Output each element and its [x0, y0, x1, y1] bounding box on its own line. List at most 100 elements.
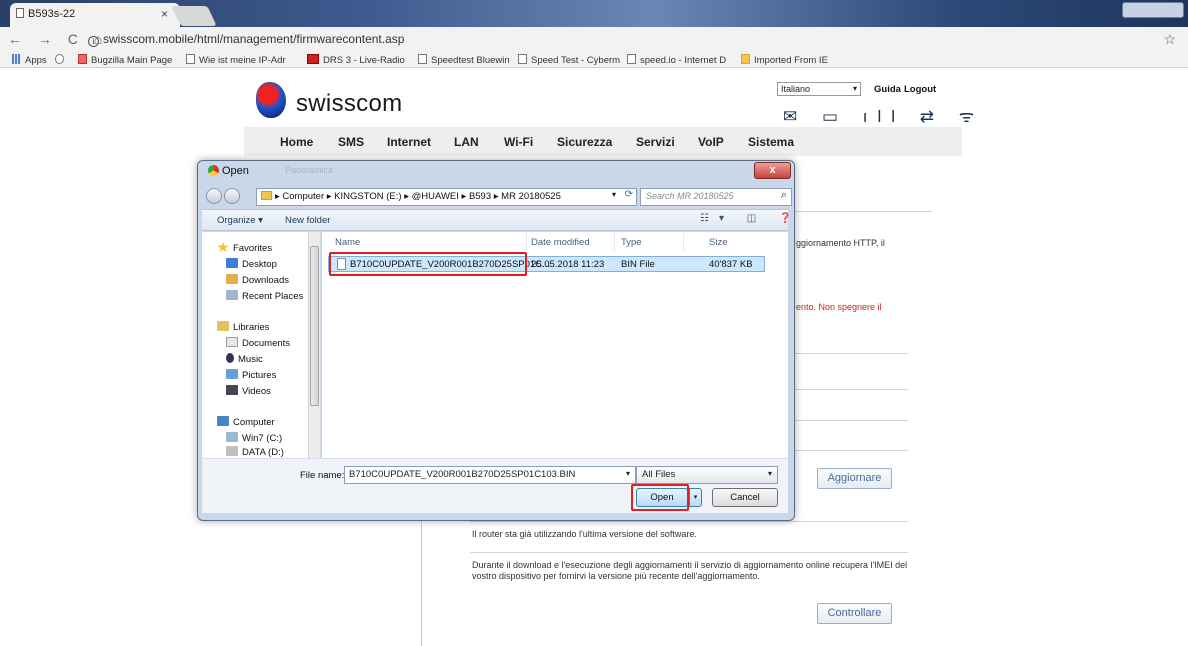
info-icon[interactable]: i	[88, 36, 99, 47]
file-date: 25.05.2018 11:23	[531, 259, 605, 270]
logout-link[interactable]: Logout	[904, 84, 936, 95]
warning-text: ento. Non spegnere il	[796, 302, 882, 312]
star-icon	[217, 242, 229, 252]
chevron-down-icon[interactable]: ▾	[612, 190, 616, 199]
bookmark-ip[interactable]: Wie ist meine IP-Adr	[186, 54, 286, 66]
search-input[interactable]: Search MR 20180525 ⌕	[640, 188, 792, 206]
nav-recent-places[interactable]: Recent Places	[226, 290, 303, 302]
open-split-dropdown[interactable]: ▾	[689, 488, 702, 507]
drive-icon	[226, 446, 238, 456]
recent-places-icon	[226, 290, 238, 300]
menu-internet[interactable]: Internet	[387, 135, 431, 149]
chevron-down-icon[interactable]: ▾	[626, 469, 630, 478]
scrollbar-thumb[interactable]	[310, 246, 319, 406]
nav-data[interactable]: DATA (D:)	[226, 446, 284, 458]
menu-sms[interactable]: SMS	[338, 135, 364, 149]
controllare-button[interactable]: Controllare	[817, 603, 892, 624]
menu-home[interactable]: Home	[280, 135, 313, 149]
organize-button[interactable]: Organize ▾	[217, 215, 263, 226]
menu-lan[interactable]: LAN	[454, 135, 479, 149]
navigation-pane: Favorites Desktop Downloads Recent Place…	[202, 232, 320, 458]
column-divider[interactable]	[526, 233, 527, 251]
column-date-modified[interactable]: Date modified	[531, 237, 590, 248]
nav-documents[interactable]: Documents	[226, 337, 290, 349]
bookmark-apps[interactable]: Apps	[12, 54, 47, 66]
back-icon[interactable]	[206, 188, 222, 204]
divider	[790, 420, 908, 421]
divider	[790, 353, 908, 354]
computer-icon	[217, 416, 229, 426]
bookmark-speedio[interactable]: speed.io - Internet D	[627, 54, 726, 66]
tab-close-icon[interactable]: ×	[161, 7, 168, 21]
nav-videos[interactable]: Videos	[226, 385, 271, 397]
divider	[790, 389, 908, 390]
forward-icon[interactable]	[224, 188, 240, 204]
latest-version-text: Il router sta già utilizzando l'ultima v…	[472, 529, 697, 539]
content-border	[421, 510, 422, 646]
address-bar[interactable]: i swisscom.mobile/html/management/firmwar…	[88, 30, 1138, 49]
page-icon	[627, 54, 636, 64]
menu-sicurezza[interactable]: Sicurezza	[557, 135, 612, 149]
http-update-text: ggiornamento HTTP, il	[796, 238, 885, 248]
folder-icon	[261, 191, 272, 200]
apps-icon	[12, 54, 21, 64]
menu-sistema[interactable]: Sistema	[748, 135, 794, 149]
nav-pictures[interactable]: Pictures	[226, 369, 276, 381]
back-forward-buttons[interactable]	[206, 188, 254, 205]
divider	[790, 450, 908, 451]
bookmark-star-icon[interactable]: ☆	[1163, 31, 1176, 48]
path-breadcrumb[interactable]: ▸ Computer ▸ KINGSTON (E:) ▸ @HUAWEI ▸ B…	[256, 188, 637, 206]
column-type[interactable]: Type	[621, 237, 642, 248]
menu-voip[interactable]: VoIP	[698, 135, 724, 149]
tab-title: B593s-22	[28, 8, 76, 20]
nav-desktop[interactable]: Desktop	[226, 258, 277, 270]
chrome-icon	[208, 165, 219, 176]
file-name-label: File name:	[300, 470, 345, 481]
page-icon	[186, 54, 195, 64]
nav-computer[interactable]: Computer	[217, 416, 275, 428]
bookmark-history[interactable]	[55, 54, 68, 66]
bookmark-drs3[interactable]: DRS 3 - Live-Radio	[307, 54, 405, 66]
guida-link[interactable]: Guida	[874, 84, 901, 95]
nav-downloads[interactable]: Downloads	[226, 274, 289, 286]
menu-wifi[interactable]: Wi-Fi	[504, 135, 533, 149]
bookmark-speedtest-cyberm[interactable]: Speed Test - Cyberm	[518, 54, 620, 66]
view-options-icons[interactable]: ☷▾ ◫ ❓	[700, 213, 801, 224]
bookmark-bugzilla[interactable]: Bugzilla Main Page	[78, 54, 172, 66]
column-divider[interactable]	[614, 233, 615, 251]
desktop-icon	[226, 258, 238, 268]
column-divider[interactable]	[683, 233, 684, 251]
window-controls[interactable]	[1122, 2, 1184, 18]
language-select[interactable]: Italiano ▾	[777, 82, 861, 96]
aggiornare-button[interactable]: Aggiornare	[817, 468, 892, 489]
new-folder-button[interactable]: New folder	[285, 215, 330, 226]
page-icon	[16, 8, 24, 18]
imei-text-line2: vostro dispositivo per fornirvi la versi…	[472, 571, 760, 581]
file-name-input[interactable]: B710C0UPDATE_V200R001B270D25SP01C103.BIN…	[344, 466, 636, 484]
file-type-filter[interactable]: All Files ▾	[636, 466, 778, 484]
pictures-icon	[226, 369, 238, 379]
menu-servizi[interactable]: Servizi	[636, 135, 675, 149]
faded-title: Panoramica	[285, 165, 334, 175]
history-icon	[55, 54, 64, 64]
nav-libraries[interactable]: Libraries	[217, 321, 269, 333]
swisscom-logo-icon	[256, 82, 286, 118]
nav-music[interactable]: Music	[226, 353, 263, 365]
bookmark-imported[interactable]: Imported From IE	[741, 54, 828, 66]
column-name[interactable]: Name	[335, 237, 360, 248]
nav-scrollbar[interactable]	[308, 232, 320, 458]
refresh-icon[interactable]: ⟳	[625, 189, 633, 200]
nav-win7[interactable]: Win7 (C:)	[226, 432, 282, 444]
column-size[interactable]: Size	[709, 237, 727, 248]
browser-tab[interactable]: B593s-22 ×	[10, 3, 180, 27]
nav-favorites[interactable]: Favorites	[217, 242, 272, 254]
bookmark-speedtest-bluewin[interactable]: Speedtest Bluewin	[418, 54, 510, 66]
divider	[790, 211, 932, 212]
downloads-icon	[226, 274, 238, 284]
dialog-close-button[interactable]: x	[754, 162, 791, 179]
imei-text-line1: Durante il download e l'esecuzione degli…	[472, 560, 908, 570]
cancel-button[interactable]: Cancel	[712, 488, 778, 507]
search-icon: ⌕	[780, 189, 787, 201]
drive-icon	[226, 432, 238, 442]
page-icon	[518, 54, 527, 64]
